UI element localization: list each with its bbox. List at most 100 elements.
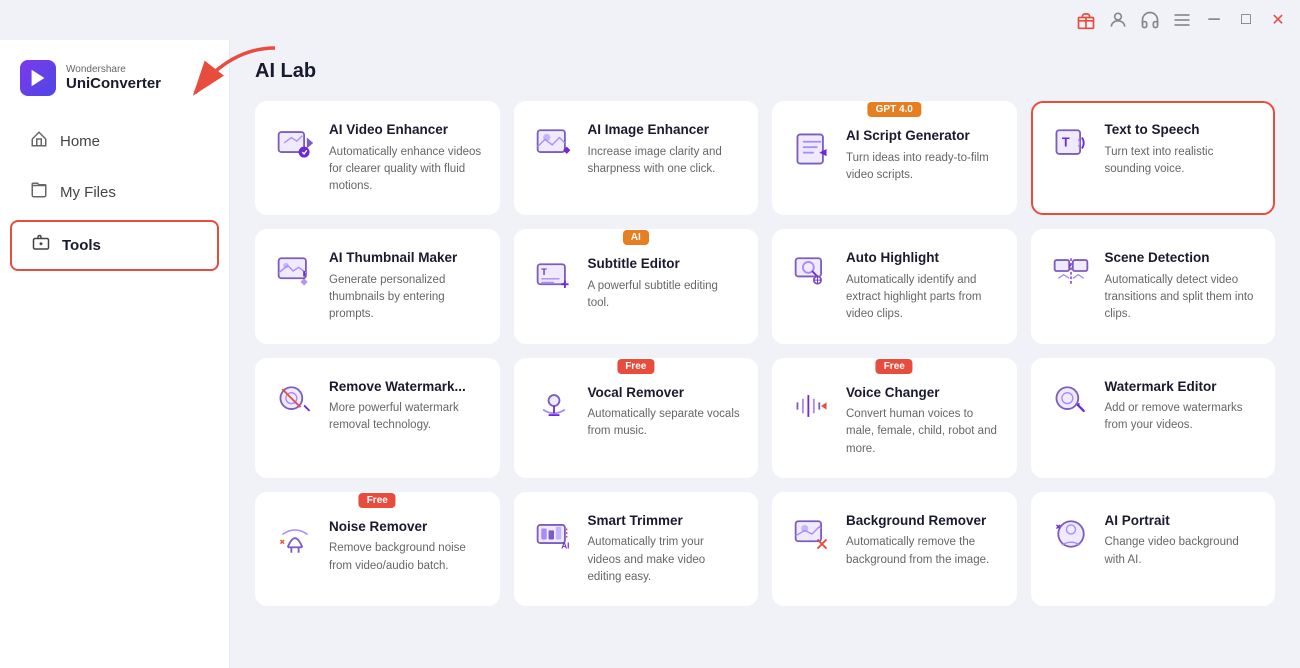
text-to-speech-info: Text to Speech Turn text into realistic …	[1105, 121, 1258, 178]
ai-image-enhancer-desc: Increase image clarity and sharpness wit…	[588, 144, 741, 179]
sidebar-item-myfiles[interactable]: My Files	[10, 169, 219, 216]
ai-thumbnail-maker-info: AI Thumbnail Maker Generate personalized…	[329, 249, 482, 323]
sidebar-myfiles-label: My Files	[60, 184, 116, 201]
gift-icon[interactable]	[1074, 8, 1098, 32]
subtitle-editor-name: Subtitle Editor	[588, 255, 741, 273]
noise-remover-name: Noise Remover	[329, 518, 482, 536]
tool-card-ai-script-generator[interactable]: GPT 4.0 AI Script Generator Turn ideas i…	[772, 101, 1017, 215]
remove-watermark-icon	[273, 378, 317, 422]
main-content: AI Lab AI Video Enhancer Automatically	[230, 40, 1300, 668]
badge-free-noise: Free	[359, 493, 396, 508]
ai-video-enhancer-desc: Automatically enhance videos for clearer…	[329, 144, 482, 196]
smart-trimmer-name: Smart Trimmer	[588, 512, 741, 530]
close-button[interactable]: ✕	[1266, 8, 1290, 32]
voice-changer-name: Voice Changer	[846, 384, 999, 402]
tool-card-noise-remover[interactable]: Free Noise Remover Remove background noi	[255, 492, 500, 606]
scene-detection-desc: Automatically detect video transitions a…	[1105, 272, 1258, 324]
maximize-button[interactable]: □	[1234, 8, 1258, 32]
watermark-editor-info: Watermark Editor Add or remove watermark…	[1105, 378, 1258, 435]
badge-free-voice: Free	[876, 359, 913, 374]
tool-card-auto-highlight[interactable]: Auto Highlight Automatically identify an…	[772, 229, 1017, 343]
tools-icon	[32, 234, 50, 257]
remove-watermark-name: Remove Watermark...	[329, 378, 482, 396]
vocal-remover-icon	[532, 384, 576, 428]
tool-card-vocal-remover[interactable]: Free Vocal Remover Automatically separat…	[514, 358, 759, 478]
vocal-remover-name: Vocal Remover	[588, 384, 741, 402]
user-icon[interactable]	[1106, 8, 1130, 32]
background-remover-icon	[790, 512, 834, 556]
badge-ai: AI	[623, 230, 649, 245]
ai-image-enhancer-info: AI Image Enhancer Increase image clarity…	[588, 121, 741, 178]
text-to-speech-name: Text to Speech	[1105, 121, 1258, 139]
tools-grid: AI Video Enhancer Automatically enhance …	[255, 101, 1275, 606]
tool-card-watermark-editor[interactable]: Watermark Editor Add or remove watermark…	[1031, 358, 1276, 478]
ai-image-enhancer-icon	[532, 121, 576, 165]
scene-detection-icon	[1049, 249, 1093, 293]
vocal-remover-info: Vocal Remover Automatically separate voc…	[588, 384, 741, 441]
tool-card-text-to-speech[interactable]: T Text to Speech Turn text into realisti…	[1031, 101, 1276, 215]
auto-highlight-info: Auto Highlight Automatically identify an…	[846, 249, 999, 323]
subtitle-editor-desc: A powerful subtitle editing tool.	[588, 278, 741, 313]
tool-card-ai-video-enhancer[interactable]: AI Video Enhancer Automatically enhance …	[255, 101, 500, 215]
sidebar-item-home[interactable]: Home	[10, 118, 219, 165]
tool-card-ai-portrait[interactable]: AI Portrait Change video background with…	[1031, 492, 1276, 606]
svg-text:AI: AI	[561, 541, 569, 550]
sidebar-item-tools[interactable]: Tools	[10, 220, 219, 271]
tool-card-remove-watermark[interactable]: Remove Watermark... More powerful waterm…	[255, 358, 500, 478]
noise-remover-icon	[273, 518, 317, 562]
menu-icon[interactable]	[1170, 8, 1194, 32]
ai-script-generator-icon	[790, 127, 834, 171]
scene-detection-name: Scene Detection	[1105, 249, 1258, 267]
ai-portrait-info: AI Portrait Change video background with…	[1105, 512, 1258, 569]
app-body: Wondershare UniConverter Home My	[0, 40, 1300, 668]
noise-remover-info: Noise Remover Remove background noise fr…	[329, 518, 482, 575]
watermark-editor-desc: Add or remove watermarks from your video…	[1105, 400, 1258, 435]
vocal-remover-desc: Automatically separate vocals from music…	[588, 406, 741, 441]
headphone-icon[interactable]	[1138, 8, 1162, 32]
svg-text:T: T	[1061, 135, 1069, 150]
ai-portrait-icon	[1049, 512, 1093, 556]
ai-image-enhancer-name: AI Image Enhancer	[588, 121, 741, 139]
tool-card-scene-detection[interactable]: Scene Detection Automatically detect vid…	[1031, 229, 1276, 343]
logo-area: Wondershare UniConverter	[0, 50, 229, 116]
tool-card-smart-trimmer[interactable]: AI Smart Trimmer Automatically trim your…	[514, 492, 759, 606]
smart-trimmer-icon: AI	[532, 512, 576, 556]
ai-portrait-desc: Change video background with AI.	[1105, 534, 1258, 569]
text-to-speech-icon: T	[1049, 121, 1093, 165]
tool-card-ai-image-enhancer[interactable]: AI Image Enhancer Increase image clarity…	[514, 101, 759, 215]
sidebar: Wondershare UniConverter Home My	[0, 40, 230, 668]
ai-script-generator-info: AI Script Generator Turn ideas into read…	[846, 127, 999, 184]
sidebar-tools-label: Tools	[62, 237, 101, 254]
watermark-editor-icon	[1049, 378, 1093, 422]
voice-changer-info: Voice Changer Convert human voices to ma…	[846, 384, 999, 458]
remove-watermark-info: Remove Watermark... More powerful waterm…	[329, 378, 482, 435]
ai-thumbnail-maker-desc: Generate personalized thumbnails by ente…	[329, 272, 482, 324]
auto-highlight-icon	[790, 249, 834, 293]
title-bar: ─ □ ✕	[0, 0, 1300, 40]
ai-video-enhancer-info: AI Video Enhancer Automatically enhance …	[329, 121, 482, 195]
smart-trimmer-info: Smart Trimmer Automatically trim your vi…	[588, 512, 741, 586]
ai-video-enhancer-name: AI Video Enhancer	[329, 121, 482, 139]
tool-card-subtitle-editor[interactable]: AI T Subtitle Editor A powerful subtitle…	[514, 229, 759, 343]
ai-script-generator-name: AI Script Generator	[846, 127, 999, 145]
ai-thumbnail-maker-name: AI Thumbnail Maker	[329, 249, 482, 267]
remove-watermark-desc: More powerful watermark removal technolo…	[329, 400, 482, 435]
watermark-editor-name: Watermark Editor	[1105, 378, 1258, 396]
tool-card-background-remover[interactable]: Background Remover Automatically remove …	[772, 492, 1017, 606]
tool-card-ai-thumbnail-maker[interactable]: AI Thumbnail Maker Generate personalized…	[255, 229, 500, 343]
auto-highlight-name: Auto Highlight	[846, 249, 999, 267]
app-logo-icon	[20, 60, 56, 96]
noise-remover-desc: Remove background noise from video/audio…	[329, 540, 482, 575]
scene-detection-info: Scene Detection Automatically detect vid…	[1105, 249, 1258, 323]
ai-script-generator-desc: Turn ideas into ready-to-film video scri…	[846, 150, 999, 185]
svg-text:T: T	[541, 267, 547, 277]
auto-highlight-desc: Automatically identify and extract highl…	[846, 272, 999, 324]
subtitle-editor-info: Subtitle Editor A powerful subtitle edit…	[588, 255, 741, 312]
minimize-button[interactable]: ─	[1202, 8, 1226, 32]
background-remover-name: Background Remover	[846, 512, 999, 530]
badge-free-vocal: Free	[617, 359, 654, 374]
background-remover-info: Background Remover Automatically remove …	[846, 512, 999, 569]
smart-trimmer-desc: Automatically trim your videos and make …	[588, 534, 741, 586]
sidebar-home-label: Home	[60, 133, 100, 150]
tool-card-voice-changer[interactable]: Free Voice Changer Convert human voices …	[772, 358, 1017, 478]
